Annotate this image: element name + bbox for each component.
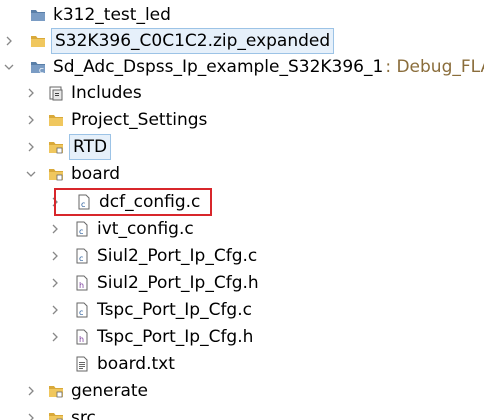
c-file-icon: c — [74, 221, 90, 237]
tree-item-label: dcf_config.c — [99, 192, 201, 212]
folder-icon — [30, 33, 46, 49]
chevron-right-icon[interactable] — [48, 249, 62, 263]
chevron-right-icon[interactable] — [24, 411, 38, 420]
tree-item-label: Sd_Adc_Dspss_Ip_example_S32K396_1 — [53, 57, 384, 77]
h-file-icon: h — [74, 329, 90, 345]
tree-item-project-sd-adc[interactable]: C Sd_Adc_Dspss_Ip_example_S32K396_1 : De… — [0, 54, 484, 80]
chevron-right-icon[interactable] — [24, 140, 38, 154]
source-folder-icon — [48, 166, 64, 182]
tree-item-tspc-port-cfg-h[interactable]: h Tspc_Port_Ip_Cfg.h — [0, 324, 484, 350]
tree-item-label: S32K396_C0C1C2.zip_expanded — [51, 28, 335, 54]
h-file-icon: h — [74, 275, 90, 291]
tree-item-tspc-port-cfg-c[interactable]: c Tspc_Port_Ip_Cfg.c — [0, 297, 484, 323]
chevron-right-icon[interactable] — [24, 86, 38, 100]
svg-text:c: c — [79, 254, 83, 263]
tree-item-label: generate — [71, 381, 149, 401]
c-file-icon: c — [74, 248, 90, 264]
tree-item-label: RTD — [69, 134, 112, 160]
source-folder-icon — [48, 139, 64, 155]
highlight-box: c dcf_config.c — [54, 188, 213, 216]
svg-text:C: C — [39, 67, 44, 75]
chevron-right-icon[interactable] — [48, 303, 62, 317]
tree-item-board-txt[interactable]: board.txt — [0, 351, 484, 377]
chevron-right-icon[interactable] — [48, 276, 62, 290]
svg-text:h: h — [79, 335, 84, 344]
tree-item-siul2-port-cfg-c[interactable]: c Siul2_Port_Ip_Cfg.c — [0, 243, 484, 269]
project-folder-icon: C — [30, 59, 46, 75]
folder-icon — [48, 112, 64, 128]
tree-item-k312-test-led[interactable]: k312_test_led — [0, 2, 484, 28]
tree-item-generate[interactable]: generate — [0, 378, 484, 404]
chevron-down-icon[interactable] — [2, 60, 16, 74]
text-file-icon — [74, 356, 90, 372]
tree-item-zip-expanded[interactable]: S32K396_C0C1C2.zip_expanded — [0, 28, 484, 54]
tree-item-label: Siul2_Port_Ip_Cfg.h — [97, 273, 259, 293]
tree-item-label: src — [71, 408, 96, 420]
includes-icon — [48, 85, 64, 101]
tree-item-ivt-config-c[interactable]: c ivt_config.c — [0, 216, 484, 242]
tree-item-label: board — [71, 164, 121, 184]
tree-item-includes[interactable]: Includes — [0, 80, 484, 106]
tree-item-src[interactable]: src — [0, 405, 484, 420]
chevron-right-icon[interactable] — [24, 113, 38, 127]
svg-text:c: c — [79, 308, 83, 317]
chevron-down-icon[interactable] — [24, 167, 38, 181]
tree-item-label: Tspc_Port_Ip_Cfg.c — [97, 300, 252, 320]
chevron-right-icon[interactable] — [48, 222, 62, 236]
build-config-decoration: : Debug_FLA — [385, 57, 484, 77]
source-folder-icon — [48, 383, 64, 399]
source-folder-icon — [48, 410, 64, 420]
tree-item-label: ivt_config.c — [97, 219, 194, 239]
tree-item-label: k312_test_led — [53, 5, 171, 25]
c-file-icon: c — [74, 302, 90, 318]
svg-text:c: c — [81, 200, 85, 209]
tree-item-dcf-config-c[interactable]: c dcf_config.c — [0, 188, 484, 216]
tree-item-rtd[interactable]: RTD — [0, 134, 484, 160]
project-explorer-tree: k312_test_led S32K396_C0C1C2.zip_expande… — [0, 0, 484, 420]
tree-item-label: Includes — [71, 83, 142, 103]
tree-item-label: board.txt — [97, 354, 175, 374]
tree-item-siul2-port-cfg-h[interactable]: h Siul2_Port_Ip_Cfg.h — [0, 270, 484, 296]
chevron-right-icon[interactable] — [48, 330, 62, 344]
svg-text:h: h — [79, 281, 84, 290]
chevron-right-icon[interactable] — [24, 384, 38, 398]
chevron-right-icon[interactable] — [2, 34, 16, 48]
tree-item-label: Siul2_Port_Ip_Cfg.c — [97, 246, 258, 266]
tree-item-project-settings[interactable]: Project_Settings — [0, 107, 484, 133]
tree-item-board[interactable]: board — [0, 161, 484, 187]
tree-item-label: Project_Settings — [71, 110, 208, 130]
svg-text:c: c — [79, 227, 83, 236]
c-file-icon: c — [76, 194, 92, 210]
tree-item-label: Tspc_Port_Ip_Cfg.h — [97, 327, 254, 347]
project-folder-icon — [30, 7, 46, 23]
